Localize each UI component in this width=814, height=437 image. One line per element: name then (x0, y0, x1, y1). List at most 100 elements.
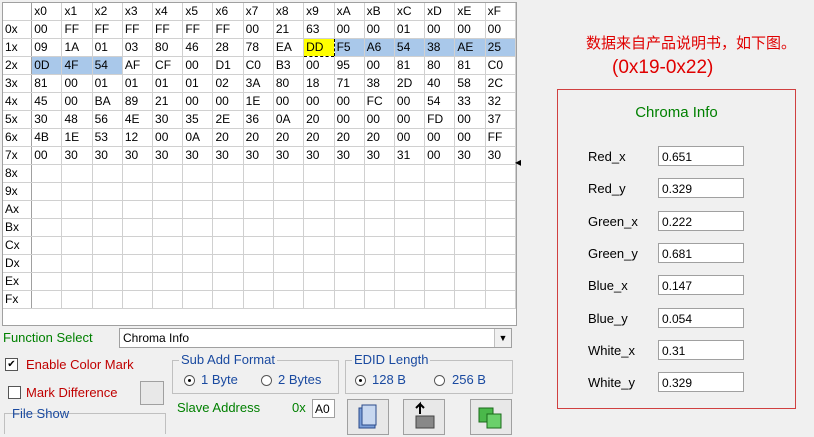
hex-cell[interactable]: 2D (394, 74, 426, 93)
hex-cell[interactable]: 30 (182, 146, 214, 165)
hex-cell[interactable]: 80 (273, 74, 305, 93)
hex-cell[interactable] (334, 236, 365, 255)
hex-cell[interactable] (61, 254, 93, 273)
hex-cell[interactable]: 71 (334, 74, 365, 93)
hex-cell[interactable] (303, 182, 335, 201)
hex-cell[interactable]: 00 (152, 128, 184, 147)
hex-cell[interactable]: 01 (394, 20, 426, 39)
hex-cell[interactable] (122, 200, 154, 219)
hex-cell[interactable]: FC (364, 92, 395, 111)
hex-cell[interactable] (303, 200, 335, 219)
hex-cell[interactable]: 00 (182, 56, 214, 75)
hex-cell[interactable]: 00 (485, 20, 516, 39)
hex-cell[interactable] (454, 164, 486, 183)
hex-cell[interactable] (31, 182, 63, 201)
hex-cell[interactable] (243, 236, 274, 255)
hex-cell[interactable] (334, 200, 365, 219)
radio-2-bytes[interactable] (261, 375, 272, 386)
hex-cell[interactable] (122, 290, 154, 309)
hex-cell[interactable] (454, 272, 486, 291)
hex-cell[interactable]: 30 (243, 146, 274, 165)
hex-cell[interactable]: FF (61, 20, 93, 39)
hex-cell[interactable]: 81 (394, 56, 426, 75)
hex-cell[interactable] (92, 272, 123, 291)
hex-cell[interactable] (152, 182, 184, 201)
hex-cell[interactable]: FF (212, 20, 244, 39)
hex-cell[interactable] (212, 182, 244, 201)
hex-cell[interactable]: 00 (394, 92, 426, 111)
hex-cell[interactable] (364, 164, 395, 183)
chroma-field-value[interactable]: 0.222 (658, 210, 744, 231)
hex-cell[interactable] (61, 164, 93, 183)
hex-cell[interactable] (212, 200, 244, 219)
hex-cell[interactable] (92, 254, 123, 273)
hex-cell[interactable]: 00 (61, 74, 93, 93)
hex-cell[interactable]: 30 (303, 146, 335, 165)
hex-cell[interactable] (31, 236, 63, 255)
radio-256-b[interactable] (434, 375, 445, 386)
hex-cell[interactable] (424, 254, 456, 273)
hex-cell[interactable]: 09 (31, 38, 63, 57)
hex-cell[interactable] (212, 218, 244, 237)
hex-cell[interactable] (394, 290, 426, 309)
hex-cell[interactable]: 54 (394, 38, 426, 57)
hex-cell[interactable] (394, 164, 426, 183)
hex-cell[interactable] (424, 218, 456, 237)
hex-cell[interactable] (182, 164, 214, 183)
hex-cell[interactable]: 20 (364, 128, 395, 147)
hex-cell[interactable] (122, 272, 154, 291)
hex-cell[interactable]: 30 (31, 110, 63, 129)
hex-cell[interactable] (31, 200, 63, 219)
hex-cell[interactable] (364, 236, 395, 255)
hex-cell[interactable]: BA (92, 92, 123, 111)
hex-cell[interactable] (31, 218, 63, 237)
open-file-button[interactable] (347, 399, 389, 435)
hex-cell[interactable] (182, 236, 214, 255)
hex-cell[interactable] (152, 218, 184, 237)
hex-cell[interactable]: 20 (273, 128, 305, 147)
hex-cell[interactable]: 00 (212, 92, 244, 111)
hex-cell[interactable] (182, 254, 214, 273)
hex-cell[interactable]: 00 (394, 110, 426, 129)
hex-cell[interactable] (61, 182, 93, 201)
hex-cell[interactable] (152, 200, 184, 219)
hex-cell[interactable]: 30 (334, 146, 365, 165)
hex-cell[interactable]: 30 (273, 146, 305, 165)
hex-cell[interactable]: FF (122, 20, 154, 39)
hex-cell[interactable] (61, 200, 93, 219)
hex-cell[interactable]: 25 (485, 38, 516, 57)
hex-cell[interactable] (454, 218, 486, 237)
hex-cell[interactable]: 00 (364, 20, 395, 39)
hex-cell[interactable] (273, 164, 305, 183)
hex-cell[interactable]: 4F (61, 56, 93, 75)
hex-cell[interactable]: 00 (182, 92, 214, 111)
hex-table[interactable]: x0 x1 x2 x3 x4 x5 x6 x7 x8 x9 xA xB xC xD xE xF 0x 00 FF FF… (3, 3, 516, 309)
hex-cell[interactable]: D1 (212, 56, 244, 75)
hex-cell[interactable]: 33 (454, 92, 486, 111)
hex-cell[interactable] (364, 254, 395, 273)
hex-cell[interactable] (424, 200, 456, 219)
hex-cell[interactable]: B3 (273, 56, 305, 75)
hex-cell[interactable] (394, 272, 426, 291)
hex-cell[interactable]: 01 (92, 38, 123, 57)
hex-cell[interactable] (152, 272, 184, 291)
hex-cell[interactable]: 12 (122, 128, 154, 147)
hex-cell[interactable]: 30 (212, 146, 244, 165)
hex-cell[interactable]: 45 (31, 92, 63, 111)
hex-cell[interactable]: C0 (485, 56, 516, 75)
hex-cell[interactable]: 38 (364, 74, 395, 93)
hex-cell[interactable]: 00 (273, 92, 305, 111)
hex-cell[interactable] (273, 290, 305, 309)
hex-cell[interactable] (92, 182, 123, 201)
chroma-field-value[interactable]: 0.147 (658, 275, 744, 296)
hex-cell[interactable] (61, 218, 93, 237)
hex-cell[interactable]: A6 (364, 38, 395, 57)
hex-cell[interactable] (243, 200, 274, 219)
hex-cell[interactable] (273, 200, 305, 219)
hex-cell[interactable]: 20 (212, 128, 244, 147)
hex-cell[interactable] (364, 218, 395, 237)
hex-cell[interactable] (243, 272, 274, 291)
hex-cell[interactable]: FF (152, 20, 184, 39)
hex-cell[interactable] (334, 254, 365, 273)
chroma-field-value[interactable]: 0.681 (658, 242, 744, 263)
